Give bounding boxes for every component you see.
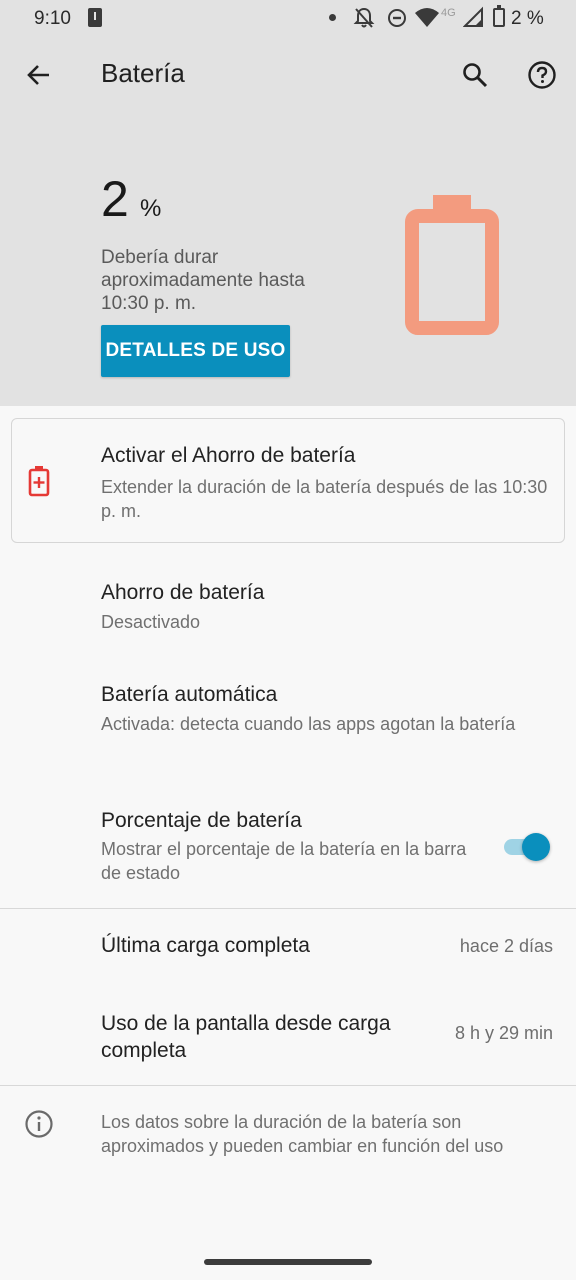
- suggestion-title: Activar el Ahorro de batería: [101, 444, 356, 467]
- battery-alert-icon: [28, 466, 50, 497]
- battery-level: 2: [101, 171, 129, 227]
- status-battery-icon: [493, 5, 505, 27]
- search-icon: [463, 63, 488, 88]
- status-time: 9:10: [34, 8, 71, 29]
- status-bar: 9:10 4G 2 %: [0, 0, 576, 36]
- alert-icon: [88, 8, 102, 27]
- adaptive-battery-status: Activada: detecta cuando las apps agotan…: [101, 714, 516, 734]
- back-button[interactable]: [20, 56, 58, 94]
- adaptive-battery-title: Batería automática: [101, 683, 278, 706]
- toggle-thumb: [522, 833, 550, 861]
- battery-level-unit: %: [140, 195, 162, 222]
- notifications-off-icon: [353, 7, 375, 28]
- battery-estimate: Debería durar aproximadamente hasta 10:3…: [101, 247, 305, 314]
- section-divider: [0, 908, 576, 909]
- suggestion-subtitle: Extender la duración de la batería despu…: [101, 477, 548, 521]
- network-type-label: 4G: [441, 7, 456, 19]
- battery-percentage-toggle[interactable]: [502, 831, 550, 861]
- search-button[interactable]: [456, 56, 494, 94]
- info-icon: [25, 1110, 53, 1138]
- screen-usage-label: Uso de la pantalla desde carga completa: [101, 1012, 391, 1062]
- wifi-icon: [415, 8, 439, 27]
- last-full-charge-label: Última carga completa: [101, 934, 310, 957]
- page-title: Batería: [101, 58, 185, 88]
- status-battery-percent: 2 %: [511, 8, 544, 29]
- notification-dot-icon: [329, 14, 336, 21]
- do-not-disturb-icon: [388, 9, 406, 27]
- back-arrow-icon: [27, 65, 49, 85]
- battery-level-icon: [405, 195, 499, 335]
- last-full-charge-value: hace 2 días: [459, 936, 553, 956]
- screen-usage-value: 8 h y 29 min: [454, 1023, 553, 1043]
- battery-saver-title: Ahorro de batería: [101, 581, 265, 604]
- section-divider: [0, 1085, 576, 1086]
- cell-signal-icon: [463, 6, 483, 27]
- help-button[interactable]: [523, 56, 561, 94]
- battery-info-note: Los datos sobre la duración de la baterí…: [101, 1112, 504, 1156]
- battery-saver-suggestion-card[interactable]: Activar el Ahorro de batería Extender la…: [11, 418, 565, 543]
- battery-saver-status: Desactivado: [101, 612, 201, 632]
- gesture-nav-handle[interactable]: [204, 1259, 372, 1265]
- help-icon: [528, 61, 556, 89]
- usage-details-button[interactable]: DETALLES DE USO: [101, 325, 290, 377]
- battery-percentage-description: Mostrar el porcentaje de la batería en l…: [101, 839, 467, 883]
- battery-percentage-title: Porcentaje de batería: [101, 809, 302, 832]
